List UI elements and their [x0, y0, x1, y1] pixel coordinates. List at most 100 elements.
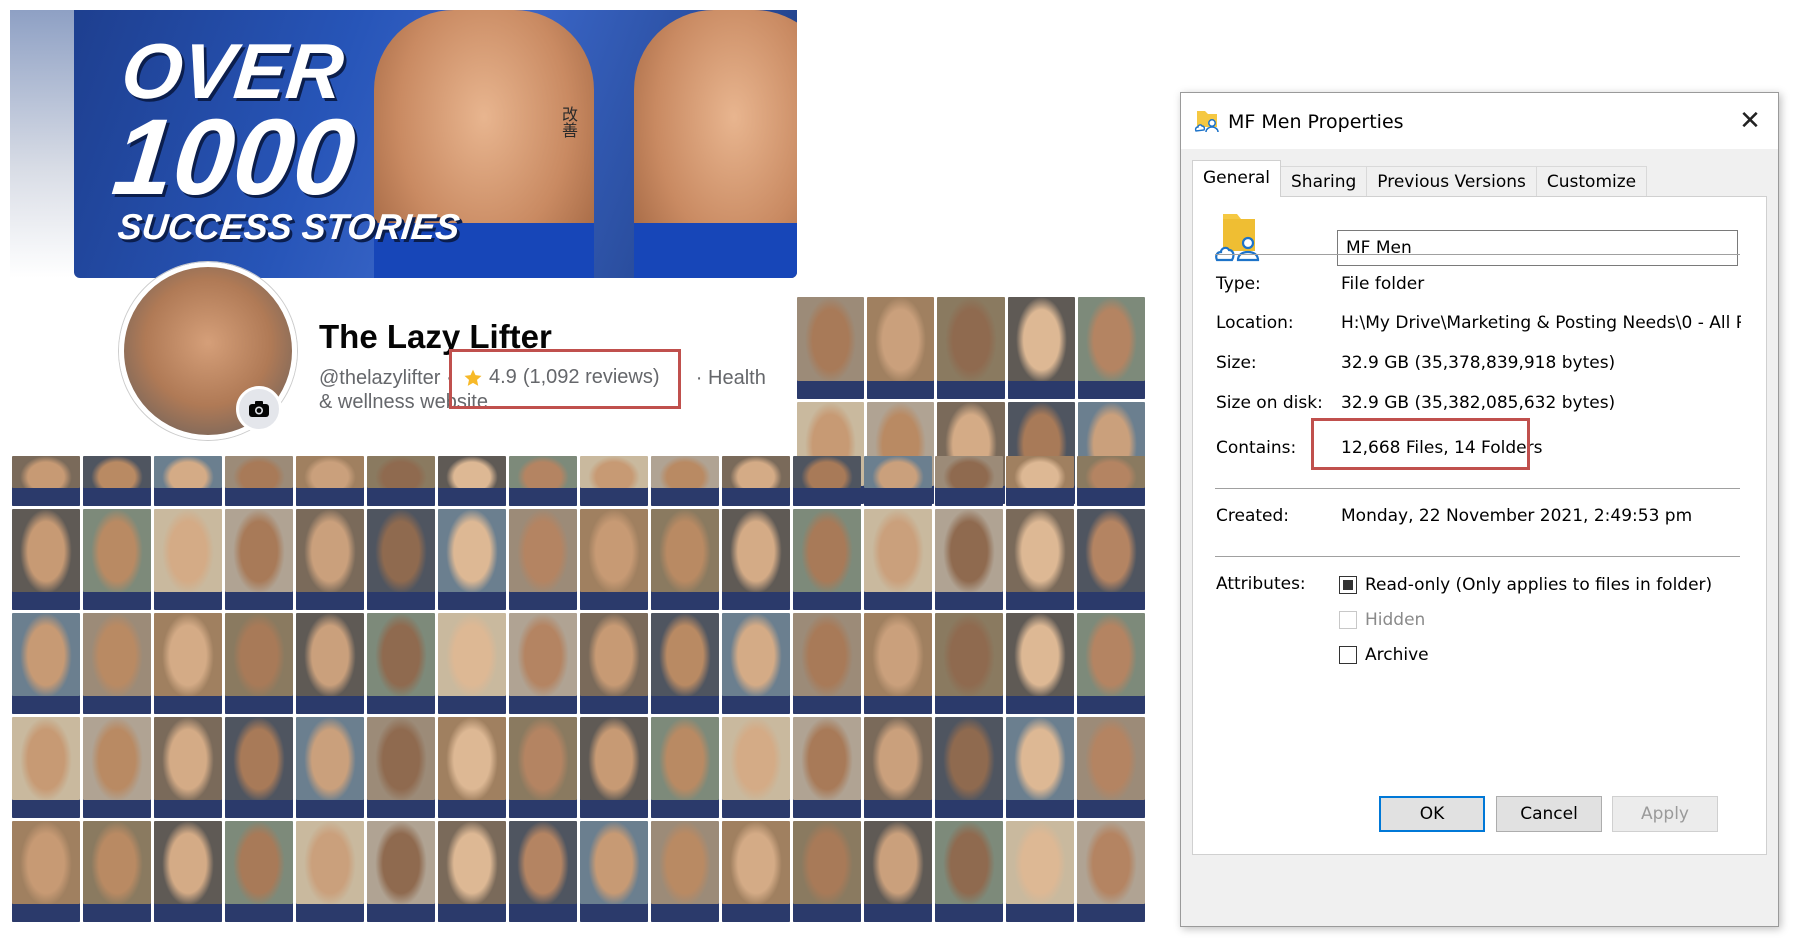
- archive-label[interactable]: Archive: [1365, 645, 1429, 665]
- archive-checkbox[interactable]: [1339, 646, 1357, 664]
- success-photo-tile: [83, 717, 151, 818]
- separator-2: [1215, 488, 1740, 489]
- size-on-disk-label: Size on disk:: [1216, 393, 1323, 413]
- type-label: Type:: [1216, 274, 1261, 294]
- success-photo-tile: [1006, 821, 1074, 922]
- success-photo-tile: [580, 613, 648, 714]
- success-photo-tile: [1077, 509, 1145, 610]
- success-photo-tile: [1077, 717, 1145, 818]
- success-photo-tile: [793, 613, 861, 714]
- close-button[interactable]: ✕: [1722, 93, 1778, 149]
- folder-large-icon: [1215, 210, 1263, 270]
- success-photo-tile: [722, 821, 790, 922]
- success-photo-tile: [296, 456, 364, 506]
- created-value: Monday, 22 November 2021, 2:49:53 pm: [1341, 506, 1693, 526]
- success-photo-tile: [225, 509, 293, 610]
- success-photo-tile: [12, 613, 80, 714]
- separator-1: [1215, 254, 1740, 255]
- success-photo-tile: [722, 613, 790, 714]
- cover-banner: OVER 1000 SUCCESS STORIES 改善: [74, 10, 797, 278]
- hidden-checkbox: [1339, 611, 1357, 629]
- success-photo-tile: [438, 509, 506, 610]
- dialog-title: MF Men Properties: [1228, 111, 1404, 133]
- success-photo-tile: [509, 613, 577, 714]
- page-handle[interactable]: @thelazylifter ·: [319, 367, 453, 389]
- success-photo-tile: [580, 821, 648, 922]
- size-value: 32.9 GB (35,378,839,918 bytes): [1341, 353, 1616, 373]
- success-photo-tile: [864, 456, 932, 506]
- success-photo-tile: [438, 613, 506, 714]
- separator-3: [1215, 556, 1740, 557]
- success-photo-tile: [935, 456, 1003, 506]
- success-photo-tile: [154, 821, 222, 922]
- success-photo-tile: [509, 509, 577, 610]
- success-photo-tile: [12, 509, 80, 610]
- success-photo-tile: [154, 509, 222, 610]
- success-photo-tile: [1006, 456, 1074, 506]
- success-photo-tile: [438, 456, 506, 506]
- success-photo-tile: [793, 717, 861, 818]
- success-photo-tile: [367, 456, 435, 506]
- properties-dialog: MF Men Properties ✕ General Sharing Prev…: [1180, 92, 1779, 927]
- tab-sharing[interactable]: Sharing: [1280, 166, 1368, 197]
- success-photo-tile: [722, 456, 790, 506]
- success-photo-tile: [154, 456, 222, 506]
- success-photo-tile: [509, 456, 577, 506]
- success-photo-tile: [1006, 717, 1074, 818]
- success-photo-tile: [225, 456, 293, 506]
- read-only-label[interactable]: Read-only (Only applies to files in fold…: [1365, 575, 1712, 595]
- success-photo-tile: [154, 613, 222, 714]
- success-photo-tile: [296, 613, 364, 714]
- tab-general[interactable]: General: [1192, 160, 1281, 197]
- success-photo-tile: [296, 717, 364, 818]
- photo-grid-main: [12, 456, 1145, 922]
- dialog-titlebar[interactable]: MF Men Properties ✕: [1181, 93, 1778, 149]
- camera-icon[interactable]: [236, 386, 282, 432]
- success-photo-tile: [864, 509, 932, 610]
- folder-name-input[interactable]: [1337, 230, 1738, 266]
- banner-line-success: SUCCESS STORIES: [115, 206, 462, 247]
- cancel-button[interactable]: Cancel: [1496, 796, 1602, 832]
- success-photo-tile: [864, 613, 932, 714]
- banner-tattoo-text: 改善: [559, 106, 578, 138]
- success-photo-tile: [367, 717, 435, 818]
- success-photo-tile: [864, 717, 932, 818]
- size-label: Size:: [1216, 353, 1257, 373]
- tab-previous-versions[interactable]: Previous Versions: [1366, 166, 1537, 197]
- created-label: Created:: [1216, 506, 1290, 526]
- success-photo-tile: [722, 717, 790, 818]
- success-photo-tile: [580, 717, 648, 818]
- dialog-tabs: General Sharing Previous Versions Custom…: [1192, 160, 1648, 197]
- read-only-checkbox[interactable]: [1339, 576, 1357, 594]
- success-photo-tile: [651, 509, 719, 610]
- success-photo-tile: [12, 717, 80, 818]
- success-photo-tile: [83, 509, 151, 610]
- rating-highlight-box: [449, 349, 681, 409]
- success-photo-tile: [722, 509, 790, 610]
- success-photo-tile: [12, 821, 80, 922]
- success-photo-tile: [935, 821, 1003, 922]
- ok-button[interactable]: OK: [1379, 796, 1485, 832]
- success-photo-tile: [793, 509, 861, 610]
- success-photo-tile: [935, 717, 1003, 818]
- success-photo-tile: [1077, 613, 1145, 714]
- success-photo-tile: [225, 613, 293, 714]
- location-value[interactable]: H:\My Drive\Marketing & Posting Needs\0 …: [1341, 313, 1741, 333]
- success-photo-tile: [793, 456, 861, 506]
- success-photo-tile: [1077, 297, 1145, 399]
- hidden-label: Hidden: [1365, 610, 1426, 630]
- attributes-label: Attributes:: [1216, 574, 1306, 594]
- success-photo-tile: [438, 821, 506, 922]
- success-photo-tile: [438, 717, 506, 818]
- folder-cloud-icon: [1194, 106, 1220, 138]
- success-photo-tile: [296, 821, 364, 922]
- contains-highlight-box: [1311, 418, 1530, 470]
- success-photo-tile: [651, 717, 719, 818]
- success-photo-tile: [83, 456, 151, 506]
- success-photo-tile: [793, 821, 861, 922]
- success-photo-tile: [367, 509, 435, 610]
- success-photo-tile: [580, 456, 648, 506]
- success-photo-tile: [580, 509, 648, 610]
- banner-shorts-right: [634, 223, 797, 278]
- tab-customize[interactable]: Customize: [1535, 166, 1648, 197]
